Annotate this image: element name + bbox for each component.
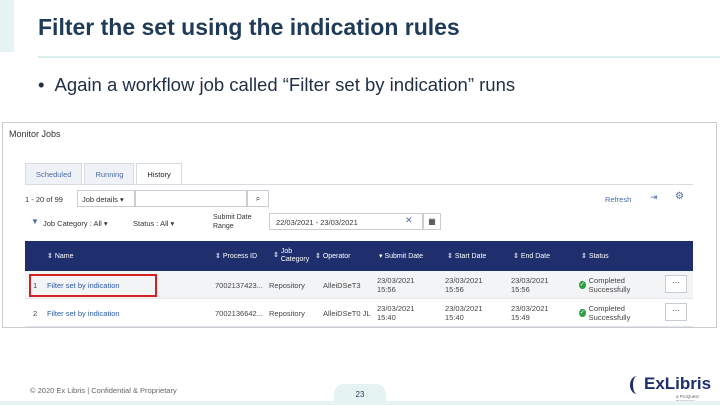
row-count: 1 - 20 of 99 bbox=[25, 195, 63, 204]
search-icon[interactable]: ⌕ bbox=[247, 190, 269, 207]
submit-date: 23/03/2021 15:56 bbox=[377, 276, 415, 294]
column-header-start-date[interactable]: ⇕ Start Date bbox=[447, 241, 486, 271]
title-divider bbox=[38, 56, 720, 58]
column-header-submit-date[interactable]: ▾ Submit Date bbox=[379, 241, 423, 271]
tab-running[interactable]: Running bbox=[84, 163, 135, 185]
submit-date: 23/03/2021 15:40 bbox=[377, 304, 415, 322]
check-circle-icon: ✓ bbox=[579, 309, 586, 317]
column-header-job-category[interactable]: ⇕ Job Category bbox=[273, 241, 313, 271]
column-header-name[interactable]: ⇕ Name bbox=[47, 241, 74, 271]
status-text: Completed Successfully bbox=[588, 304, 631, 322]
table-header: ⇕ Name ⇕ Process ID ⇕ Job Category ⇕ Ope… bbox=[25, 241, 693, 271]
end-date: 23/03/2021 15:56 bbox=[511, 276, 549, 294]
row-actions-button[interactable]: ··· bbox=[665, 303, 687, 321]
search-input[interactable] bbox=[135, 190, 247, 207]
slide-title: Filter the set using the indication rule… bbox=[38, 14, 460, 40]
title-accent-bar bbox=[0, 0, 14, 52]
close-icon[interactable]: ✕ bbox=[405, 215, 413, 226]
row-actions-button[interactable]: ··· bbox=[665, 275, 687, 293]
table-row[interactable]: 2 Filter set by indication 7002136642...… bbox=[25, 299, 693, 327]
tab-scheduled[interactable]: Scheduled bbox=[25, 163, 83, 185]
start-date: 23/03/2021 15:56 bbox=[445, 276, 483, 294]
process-id: 7002137423... bbox=[215, 280, 263, 290]
end-date: 23/03/2021 15:49 bbox=[511, 304, 549, 322]
logo-text: ExLibris bbox=[644, 374, 712, 393]
submit-date-range-label: Submit Date Range bbox=[213, 214, 252, 230]
column-header-operator[interactable]: ⇕ Operator bbox=[315, 241, 350, 271]
operator: AlleiDSeT3 bbox=[323, 280, 361, 290]
column-header-process-id[interactable]: ⇕ Process ID bbox=[215, 241, 257, 271]
start-date: 23/03/2021 15:40 bbox=[445, 304, 483, 322]
column-header-end-date[interactable]: ⇕ End Date bbox=[513, 241, 550, 271]
job-category: Repository bbox=[269, 280, 305, 290]
page-title: Monitor Jobs bbox=[9, 129, 61, 139]
status-cell: ✓ Completed Successfully bbox=[579, 271, 655, 299]
logo-swoosh-icon bbox=[630, 376, 644, 394]
job-details-select-label: Job details bbox=[82, 195, 118, 204]
bullet-point: • Again a workflow job called “Filter set… bbox=[38, 74, 515, 96]
date-range-input[interactable]: 22/03/2021 - 23/03/2021 bbox=[269, 213, 423, 230]
refresh-link[interactable]: Refresh bbox=[605, 195, 631, 204]
job-category-filter[interactable]: Job Category : All ▾ bbox=[43, 219, 108, 228]
status-text: Completed Successfully bbox=[588, 276, 631, 294]
footer-copyright: © 2020 Ex Libris | Confidential & Propri… bbox=[30, 386, 177, 395]
process-id: 7002136642... bbox=[215, 308, 263, 318]
calendar-icon[interactable]: ▦ bbox=[423, 213, 441, 230]
tabs-divider bbox=[25, 184, 693, 185]
bullet-text: Again a workflow job called “Filter set … bbox=[54, 74, 516, 95]
job-name-link[interactable]: Filter set by indication bbox=[47, 299, 120, 327]
job-category: Repository bbox=[269, 308, 305, 318]
status-filter-label: Status : All bbox=[133, 219, 169, 228]
status-cell: ✓ Completed Successfully bbox=[579, 299, 655, 327]
job-details-select[interactable]: Job details ▾ bbox=[77, 190, 135, 207]
job-name-link[interactable]: Filter set by indication bbox=[47, 271, 120, 299]
job-category-filter-label: Job Category : All bbox=[43, 219, 102, 228]
row-number: 2 bbox=[33, 308, 38, 318]
row-number: 1 bbox=[33, 280, 38, 290]
operator: AlleiDSeT0 JL bbox=[323, 308, 371, 318]
job-tabs: Scheduled Running History bbox=[25, 163, 184, 185]
chevron-down-icon: ▾ bbox=[119, 195, 124, 204]
tab-history[interactable]: History bbox=[136, 163, 182, 185]
gear-icon[interactable]: ⚙ bbox=[675, 191, 684, 202]
filter-icon: ▼ bbox=[31, 217, 39, 226]
check-circle-icon: ✓ bbox=[579, 281, 586, 289]
monitor-jobs-screenshot: Monitor Jobs Scheduled Running History 1… bbox=[2, 122, 717, 328]
exlibris-logo: ExLibris a ProQuest Company bbox=[630, 374, 716, 404]
status-filter[interactable]: Status : All ▾ bbox=[133, 219, 174, 228]
bullet-dot: • bbox=[38, 74, 45, 95]
export-icon[interactable]: ⇥ bbox=[650, 192, 658, 203]
column-header-status[interactable]: ⇕ Status bbox=[581, 241, 609, 271]
bottom-strip bbox=[0, 401, 720, 405]
table-row[interactable]: 1 Filter set by indication 7002137423...… bbox=[25, 271, 693, 299]
